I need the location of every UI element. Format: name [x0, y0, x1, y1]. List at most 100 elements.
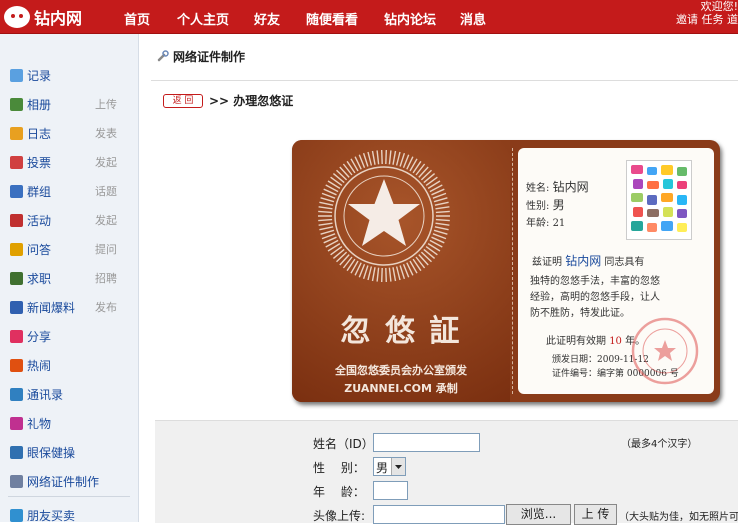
avatar-file-input[interactable]	[373, 505, 505, 524]
sidebar-item-15[interactable]: 朋友买卖	[10, 505, 130, 525]
certificate-big-title: 忽 悠 証	[340, 314, 462, 349]
divider	[151, 80, 738, 81]
cert-body-line-3: 防不胜防，特发此证。	[530, 308, 630, 319]
name-hint: （最多4个汉字）	[621, 439, 698, 450]
news-icon	[10, 300, 23, 314]
user-links[interactable]: 邀请 任务 道	[668, 13, 738, 26]
sidebar-item-label[interactable]: 活动	[27, 212, 51, 229]
perforation-line	[512, 148, 513, 394]
sidebar-item-action[interactable]: 提问	[95, 241, 117, 257]
sidebar-item-label[interactable]: 礼物	[27, 415, 51, 432]
sex-select[interactable]: 男	[373, 457, 406, 476]
fire-icon	[10, 358, 23, 372]
valid-period-label: 此证明有效期	[546, 336, 606, 347]
age-input[interactable]	[373, 481, 408, 500]
sidebar-item-2[interactable]: 日志 发表	[10, 123, 130, 143]
sidebar-item-label[interactable]: 投票	[27, 154, 51, 171]
sidebar-item-3[interactable]: 投票 发起	[10, 152, 130, 172]
sidebar-item-label[interactable]: 问答	[27, 241, 51, 258]
sidebar-item-label[interactable]: 通讯录	[27, 386, 63, 403]
site-logo[interactable]: 钻内网	[4, 4, 82, 30]
nav-friends[interactable]: 好友	[254, 9, 280, 28]
sidebar-item-4[interactable]: 群组 话题	[10, 181, 130, 201]
sidebar-item-12[interactable]: 礼物	[10, 413, 130, 433]
sex-label: 性别:	[526, 201, 550, 212]
sidebar-item-label[interactable]: 分享	[27, 328, 51, 345]
sidebar-item-8[interactable]: 新闻爆料 发布	[10, 297, 130, 317]
name-input[interactable]	[373, 433, 480, 452]
certificate-form: 姓名（ID） （最多4个汉字） 性 别： 男 年 龄： 头像上传: 浏览... …	[155, 420, 738, 525]
sidebar-item-label[interactable]: 相册	[27, 96, 51, 113]
sidebar-item-label[interactable]: 新闻爆料	[27, 299, 75, 316]
eye-icon	[10, 445, 23, 459]
top-navigation-bar: 钻内网 首页 个人主页 好友 随便看看 钻内论坛 消息 欢迎您! 邀请 任务 道	[0, 0, 738, 34]
sidebar-item-1[interactable]: 相册 上传	[10, 94, 130, 114]
sidebar-item-label[interactable]: 记录	[27, 67, 51, 84]
age-value: 21	[552, 218, 566, 229]
sidebar-item-0[interactable]: 记录	[10, 65, 130, 85]
avatar-photo	[626, 160, 692, 240]
sidebar-item-6[interactable]: 问答 提问	[10, 239, 130, 259]
group-icon	[10, 184, 23, 198]
breadcrumb: >> 办理忽悠证	[209, 94, 294, 108]
event-icon	[10, 213, 23, 227]
sidebar-item-action[interactable]: 话题	[95, 183, 117, 199]
nav-home[interactable]: 首页	[124, 9, 150, 28]
photo-icon	[10, 97, 23, 111]
cert-line-suffix: 同志具有	[604, 257, 645, 268]
age-label: 年龄:	[526, 218, 550, 229]
wrench-icon	[10, 474, 23, 488]
back-button[interactable]: 返 回	[163, 94, 203, 108]
sidebar-item-9[interactable]: 分享	[10, 326, 130, 346]
page-title-text: 网络证件制作	[173, 50, 246, 64]
sidebar-item-label[interactable]: 朋友买卖	[27, 507, 75, 524]
sidebar-item-label[interactable]: 眼保健操	[27, 444, 75, 461]
share-icon	[10, 329, 23, 343]
sidebar-item-11[interactable]: 通讯录	[10, 384, 130, 404]
avatar-field-label: 头像上传:	[313, 509, 366, 523]
sidebar-item-action[interactable]: 发起	[95, 212, 117, 228]
certificate-site: ZUANNEI.COM 承制	[344, 382, 458, 395]
chevron-down-icon[interactable]	[391, 458, 405, 475]
nav-browse[interactable]: 随便看看	[306, 9, 358, 28]
nav-profile[interactable]: 个人主页	[177, 9, 229, 28]
name-label: 姓名:	[526, 183, 550, 194]
contacts-icon	[10, 387, 23, 401]
logo-text: 钻内网	[34, 9, 83, 28]
sidebar-item-label[interactable]: 日志	[27, 125, 51, 142]
certificate-issuer: 全国忽悠委员会办公室颁发	[335, 364, 467, 377]
sidebar-item-10[interactable]: 热闹	[10, 355, 130, 375]
cert-line-prefix: 兹证明	[532, 257, 562, 268]
main-content: 网络证件制作 返 回 >> 办理忽悠证 忽 悠 証 全国忽悠委员会办公室颁发 Z…	[139, 34, 738, 525]
vote-icon	[10, 155, 23, 169]
cert-body-line-2: 经验，高明的忽悠手段，让人	[530, 292, 660, 303]
avatar-hint: （大头贴为佳，如无照片可	[619, 512, 738, 523]
sidebar: 记录 相册 上传 日志 发表 投票 发起 群组 话题 活动 发起 问答 提问 求职 招聘 新闻爆料 发布 分享 热闹…	[0, 34, 139, 525]
sidebar-item-label[interactable]: 热闹	[27, 357, 51, 374]
sidebar-item-14[interactable]: 网络证件制作	[10, 471, 130, 491]
sidebar-item-action[interactable]: 发布	[95, 299, 117, 315]
sidebar-item-action[interactable]: 上传	[95, 96, 117, 112]
sidebar-item-label[interactable]: 网络证件制作	[27, 473, 99, 490]
name-field-label: 姓名（ID）	[313, 437, 374, 451]
sidebar-item-label[interactable]: 群组	[27, 183, 51, 200]
name-value: 钻内网	[552, 180, 589, 194]
sex-value: 男	[552, 198, 565, 212]
nav-forum[interactable]: 钻内论坛	[384, 9, 436, 28]
sidebar-item-7[interactable]: 求职 招聘	[10, 268, 130, 288]
seal-stamp-icon	[631, 317, 699, 385]
sidebar-item-13[interactable]: 眼保健操	[10, 442, 130, 462]
sidebar-item-action[interactable]: 发表	[95, 125, 117, 141]
logo-face-icon	[4, 6, 30, 28]
sidebar-item-5[interactable]: 活动 发起	[10, 210, 130, 230]
nav-messages[interactable]: 消息	[460, 9, 486, 28]
cert-holder-name: 钻内网	[565, 254, 602, 268]
wrench-icon	[157, 50, 169, 62]
valid-period-value: 10	[609, 336, 622, 347]
chat-icon	[10, 68, 23, 82]
sidebar-item-action[interactable]: 发起	[95, 154, 117, 170]
sex-field-label: 性 别：	[313, 461, 365, 475]
trade-icon	[10, 508, 23, 522]
sidebar-item-label[interactable]: 求职	[27, 270, 51, 287]
sidebar-item-action[interactable]: 招聘	[95, 270, 117, 286]
